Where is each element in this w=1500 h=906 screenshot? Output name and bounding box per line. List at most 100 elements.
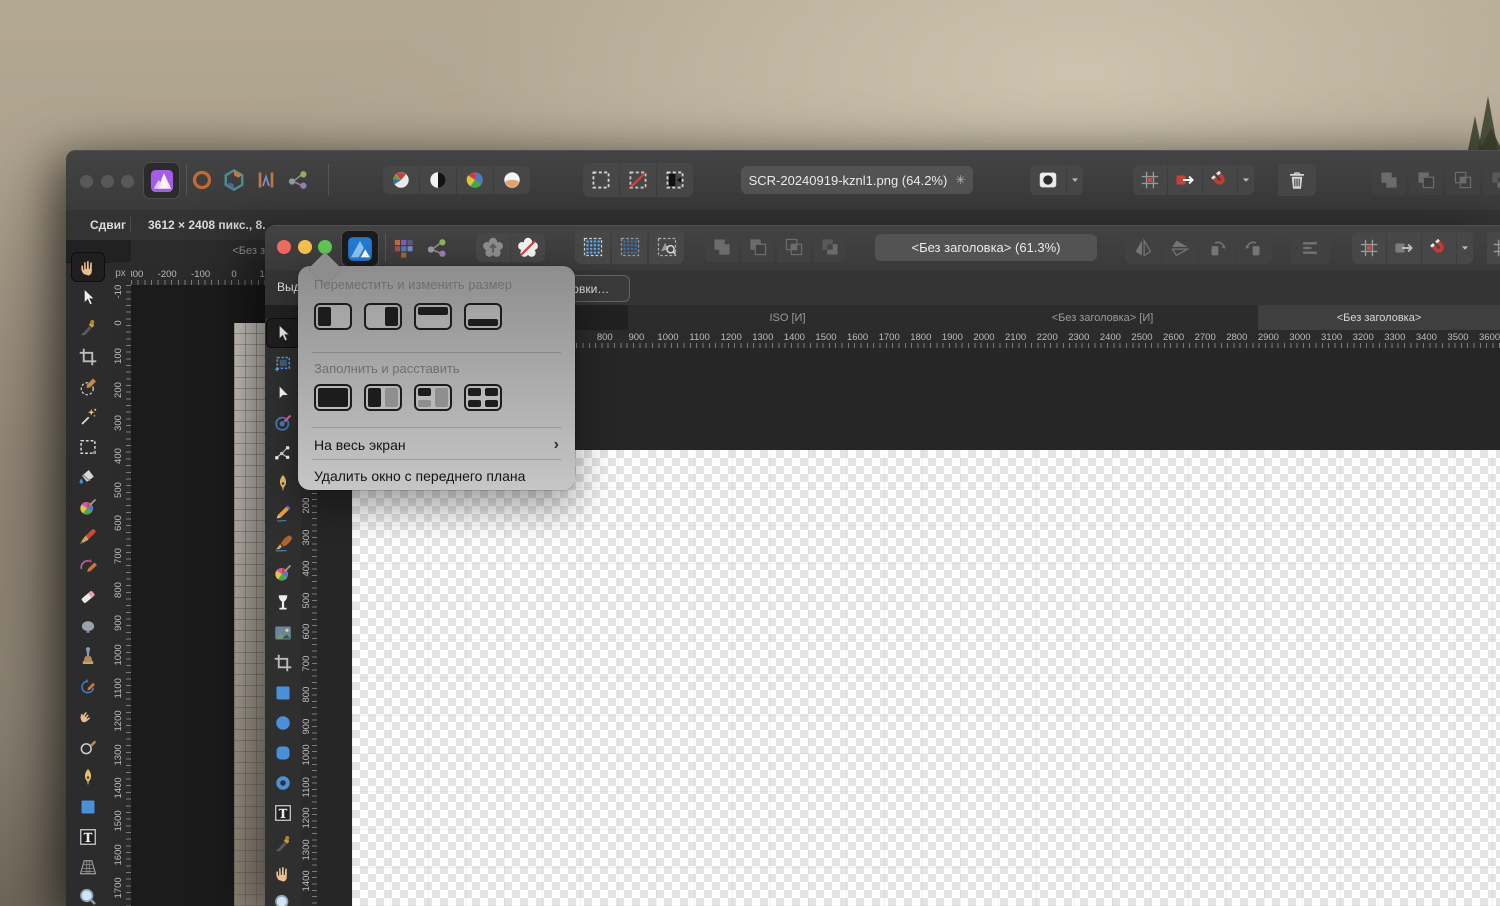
affinity-photo-app-icon[interactable]	[143, 162, 180, 199]
affinity-designer-app-icon[interactable]	[341, 230, 379, 267]
tool-point-transform[interactable]	[266, 408, 300, 438]
bool-divide-button[interactable]	[1483, 165, 1500, 195]
bool-add-button[interactable]	[1372, 165, 1406, 195]
rotate-cw-button[interactable]	[1236, 232, 1272, 264]
assistant-button[interactable]	[1030, 165, 1066, 195]
tool-smudge[interactable]	[71, 702, 105, 732]
tool-donut[interactable]	[266, 768, 300, 798]
flip-horizontal-button[interactable]	[1125, 232, 1161, 264]
marquee-button[interactable]	[583, 163, 619, 197]
back-tab-partial[interactable]: <Без з	[131, 240, 266, 262]
bool-intersect-button[interactable]	[777, 232, 810, 262]
tool-flood-fill[interactable]	[71, 462, 105, 492]
tool-blemish[interactable]	[71, 732, 105, 762]
tool-clone[interactable]	[71, 642, 105, 672]
liquify-persona-button[interactable]	[420, 166, 456, 194]
marquee-disabled-button[interactable]	[620, 163, 656, 197]
tool-artboard[interactable]	[266, 348, 300, 378]
tool-flood-select[interactable]	[71, 402, 105, 432]
tool-node-editor[interactable]	[266, 438, 300, 468]
bool-subtract-button[interactable]	[1409, 165, 1443, 195]
tool-zoom[interactable]	[71, 882, 105, 906]
tool-mesh-warp[interactable]	[71, 852, 105, 882]
close-button[interactable]	[277, 240, 291, 254]
snap-move-button[interactable]	[1168, 165, 1202, 195]
tool-erase[interactable]	[71, 582, 105, 612]
tool-ellipse[interactable]	[266, 708, 300, 738]
zoom-button[interactable]	[121, 175, 134, 188]
tool-text[interactable]	[71, 822, 105, 852]
back-doc-title-pill[interactable]: SCR-20240919-kznl1.png (64.2%) ✳	[741, 166, 973, 194]
zoom-button[interactable]	[318, 240, 332, 254]
swatch-grid-button[interactable]	[391, 236, 415, 260]
document-tab-2[interactable]: <Без заголовка> [И]	[947, 305, 1259, 330]
tile-option-split-quarters-left[interactable]	[414, 384, 452, 411]
node-link-icon-button[interactable]	[286, 168, 310, 192]
tool-place-image[interactable]	[266, 618, 300, 648]
tone-map-persona-button[interactable]	[494, 166, 530, 194]
tool-color-replace[interactable]	[71, 552, 105, 582]
export-persona-button[interactable]	[511, 233, 545, 262]
minimize-button[interactable]	[298, 240, 312, 254]
remove-window-menu-item[interactable]: Удалить окно с переднего плана	[298, 463, 575, 489]
tile-option-fill-screen[interactable]	[314, 384, 352, 411]
tool-zoom[interactable]	[266, 888, 300, 906]
marquee-snapshot-button[interactable]	[657, 163, 693, 197]
tool-selection-brush[interactable]	[71, 372, 105, 402]
gradient-bars-icon-button[interactable]	[254, 168, 278, 192]
tool-pen[interactable]	[266, 468, 300, 498]
tool-gradient[interactable]	[71, 492, 105, 522]
ring-icon-button[interactable]	[190, 168, 214, 192]
tool-text[interactable]	[266, 798, 300, 828]
document-tab-3[interactable]: <Без заголовка>	[1258, 305, 1500, 330]
snap-grid-button[interactable]	[1133, 165, 1167, 195]
tool-transparency[interactable]	[266, 588, 300, 618]
tool-blur[interactable]	[71, 612, 105, 642]
tool-gradient[interactable]	[266, 558, 300, 588]
caret-button[interactable]	[1238, 165, 1254, 195]
minimize-button[interactable]	[101, 175, 114, 188]
tile-option-left-half[interactable]	[314, 303, 352, 330]
tool-rounded-rect[interactable]	[266, 738, 300, 768]
tile-option-top-half[interactable]	[414, 303, 452, 330]
assistant-caret[interactable]	[1067, 165, 1083, 195]
pixel-persona-button[interactable]	[476, 233, 510, 262]
tool-vector-brush[interactable]	[266, 528, 300, 558]
transparent-canvas[interactable]	[352, 450, 1500, 906]
shape-zoom-button[interactable]	[649, 230, 684, 264]
snap-grid-button[interactable]	[1352, 232, 1386, 264]
hexagon-icon-button[interactable]	[222, 168, 246, 192]
tool-pen[interactable]	[71, 762, 105, 792]
tile-option-grid-2x2[interactable]	[464, 384, 502, 411]
tool-rectangle[interactable]	[71, 792, 105, 822]
bool-intersect-button[interactable]	[1446, 165, 1480, 195]
tool-node-arrow[interactable]	[266, 378, 300, 408]
snap-move-gray-button[interactable]	[1387, 232, 1421, 264]
flip-vertical-button[interactable]	[1162, 232, 1198, 264]
alignment-button[interactable]	[1290, 232, 1330, 264]
tile-option-bottom-half[interactable]	[464, 303, 502, 330]
snap-magnet-button[interactable]	[1422, 232, 1456, 264]
tool-crop[interactable]	[71, 342, 105, 372]
tool-paint-brush[interactable]	[71, 522, 105, 552]
ruler-unit-corner[interactable]: px	[110, 262, 132, 286]
tool-color-picker[interactable]	[71, 312, 105, 342]
node-link-icon-button[interactable]	[425, 236, 449, 260]
trash-button[interactable]	[1278, 164, 1316, 196]
develop-persona-button[interactable]	[457, 166, 493, 194]
bool-subtract-button[interactable]	[741, 232, 774, 262]
fullscreen-menu-item[interactable]: На весь экран ›	[298, 432, 575, 458]
bool-divide-button[interactable]	[813, 232, 846, 262]
snap-magnet-button[interactable]	[1203, 165, 1237, 195]
tool-view-hand[interactable]	[266, 858, 300, 888]
tool-pencil[interactable]	[266, 498, 300, 528]
edge-clipped-button[interactable]	[1487, 232, 1500, 264]
photo-persona-button[interactable]	[383, 166, 419, 194]
tool-color-picker[interactable]	[266, 828, 300, 858]
bool-add-button[interactable]	[705, 232, 738, 262]
document-tab-1[interactable]: ISO [И]	[628, 305, 948, 330]
tool-move[interactable]	[266, 318, 300, 348]
tool-crop[interactable]	[266, 648, 300, 678]
tile-option-right-half[interactable]	[364, 303, 402, 330]
tile-option-split-left-right[interactable]	[364, 384, 402, 411]
